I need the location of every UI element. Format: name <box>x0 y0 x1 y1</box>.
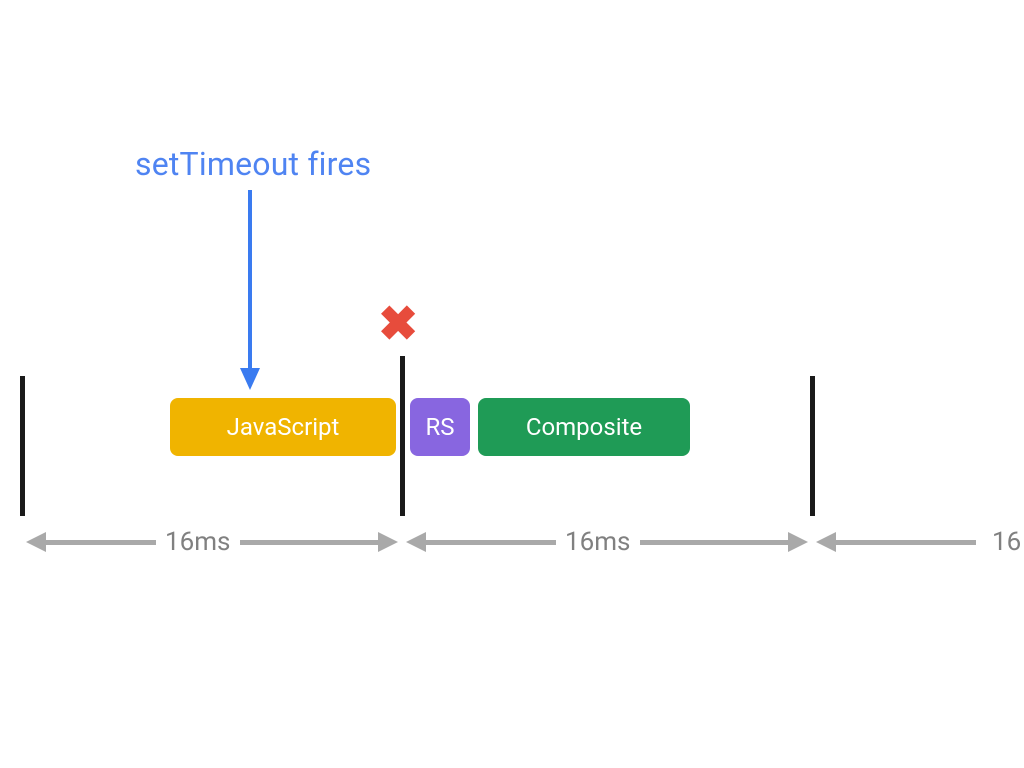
span1-arrow-right <box>378 532 398 552</box>
block-label: RS <box>425 413 454 441</box>
arrow-down-icon <box>240 190 260 390</box>
span1-label: 16ms <box>165 527 230 557</box>
span3-label-partial: 16 <box>992 527 1021 557</box>
span2-line-left <box>426 540 556 545</box>
block-composite: Composite <box>478 398 690 456</box>
block-label: Composite <box>526 413 642 441</box>
span2-arrow-left <box>406 532 426 552</box>
block-label: JavaScript <box>227 413 340 441</box>
block-javascript: JavaScript <box>170 398 396 456</box>
frame-tick-0 <box>20 376 25 516</box>
span2-label: 16ms <box>565 527 630 557</box>
frame-tick-1 <box>400 356 405 516</box>
cross-icon: ✖ <box>378 300 418 348</box>
span2-line-right <box>640 540 788 545</box>
span2-arrow-right <box>788 532 808 552</box>
span3-arrow-left <box>816 532 836 552</box>
block-rs: RS <box>410 398 470 456</box>
span1-line-left <box>46 540 156 545</box>
span3-line-left <box>836 540 976 545</box>
frame-tick-2 <box>810 376 815 516</box>
span1-line-right <box>240 540 378 545</box>
annotation-settimeout-label: setTimeout fires <box>135 145 371 183</box>
span1-arrow-left <box>26 532 46 552</box>
diagram-stage: setTimeout fires ✖ JavaScript RS Composi… <box>0 0 1024 768</box>
